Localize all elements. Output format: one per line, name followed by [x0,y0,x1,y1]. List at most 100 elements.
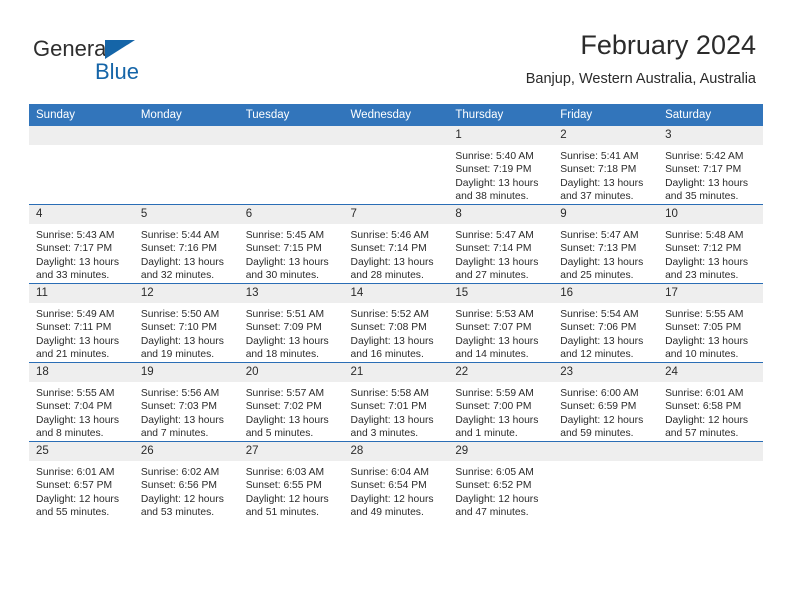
daylight-text-line1: Daylight: 12 hours [560,414,644,426]
daylight-text-line2: and 12 minutes. [560,349,634,361]
day-number: 9 [553,205,659,224]
daylight-text-line1: Daylight: 13 hours [245,256,329,268]
sunset-text: Sunset: 7:15 PM [245,243,322,255]
daylight-text-line1: Daylight: 13 hours [455,177,539,189]
sunrise-text: Sunrise: 5:45 AM [245,230,325,241]
daylight-text-line1: Daylight: 13 hours [455,414,539,426]
daylight-text-line2: and 19 minutes. [140,349,215,361]
day-number [553,442,659,461]
daylight-text-line1: Daylight: 13 hours [350,256,434,268]
day-details: Sunrise: 5:47 AM Sunset: 7:13 PM Daylight:… [553,224,658,283]
weekday-header-friday: Friday [553,104,659,126]
sunset-text: Sunset: 7:14 PM [350,243,427,255]
calendar-day-cell[interactable]: 5 Sunrise: 5:44 AM Sunset: 7:16 PM Daylight… [133,204,239,284]
day-number [133,126,239,145]
sunset-text: Sunset: 7:13 PM [560,243,637,255]
calendar-day-cell[interactable]: 12 Sunrise: 5:50 AM Sunset: 7:10 PM Dayligh… [133,283,239,363]
calendar-day-cell[interactable]: 4 Sunrise: 5:43 AM Sunset: 7:17 PM Daylight… [29,204,134,284]
day-number: 17 [658,284,763,303]
calendar-day-cell[interactable]: 9 Sunrise: 5:47 AM Sunset: 7:13 PM Daylight… [553,204,659,284]
calendar-day-cell[interactable]: 7 Sunrise: 5:46 AM Sunset: 7:14 PM Daylight… [343,204,449,284]
sunrise-text: Sunrise: 5:53 AM [455,309,534,320]
daylight-text-line1: Daylight: 13 hours [140,335,224,347]
calendar-day-cell[interactable]: 18 Sunrise: 5:55 AM Sunset: 7:04 PM Dayligh… [29,362,134,442]
day-details: Sunrise: 5:43 AM Sunset: 7:17 PM Daylight:… [29,224,134,283]
calendar-day-cell[interactable]: 21 Sunrise: 5:58 AM Sunset: 7:01 PM Dayligh… [343,362,449,442]
daylight-text-line1: Daylight: 13 hours [245,335,329,347]
day-details: Sunrise: 6:00 AM Sunset: 6:59 PM Daylight:… [553,382,658,441]
calendar-day-cell[interactable]: 20 Sunrise: 5:57 AM Sunset: 7:02 PM Dayligh… [238,362,344,442]
day-details: Sunrise: 5:51 AM Sunset: 7:09 PM Daylight:… [239,303,344,362]
day-number: 2 [553,126,659,145]
calendar-day-cell[interactable]: 19 Sunrise: 5:56 AM Sunset: 7:03 PM Dayligh… [133,362,239,442]
calendar-day-cell[interactable]: 8 Sunrise: 5:47 AM Sunset: 7:14 PM Daylight… [448,204,554,284]
day-number: 5 [133,205,239,224]
calendar-day-cell[interactable]: 1 Sunrise: 5:40 AM Sunset: 7:19 PM Daylight… [448,126,554,205]
calendar-day-cell[interactable]: 10 Sunrise: 5:48 AM Sunset: 7:12 PM Dayligh… [658,204,763,284]
calendar-day-cell[interactable]: 25 Sunrise: 6:01 AM Sunset: 6:57 PM Dayligh… [29,441,134,520]
weekday-header-saturday: Saturday [658,104,763,126]
day-details: Sunrise: 5:53 AM Sunset: 7:07 PM Daylight:… [448,303,553,362]
daylight-text-line1: Daylight: 12 hours [350,493,434,505]
daylight-text-line2: and 10 minutes. [665,349,739,361]
daylight-text-line2: and 35 minutes. [665,191,739,203]
sunset-text: Sunset: 7:17 PM [665,164,742,176]
calendar-day-cell[interactable]: 22 Sunrise: 5:59 AM Sunset: 7:00 PM Dayligh… [448,362,554,442]
daylight-text-line2: and 23 minutes. [665,270,739,282]
day-details: Sunrise: 5:44 AM Sunset: 7:16 PM Daylight:… [134,224,239,283]
calendar-day-cell[interactable]: 29 Sunrise: 6:05 AM Sunset: 6:52 PM Dayligh… [448,441,554,520]
day-details: Sunrise: 6:02 AM Sunset: 6:56 PM Daylight:… [134,461,239,520]
day-details: Sunrise: 5:48 AM Sunset: 7:12 PM Daylight:… [658,224,763,283]
calendar-day-cell[interactable]: 13 Sunrise: 5:51 AM Sunset: 7:09 PM Dayligh… [238,283,344,363]
calendar-day-cell[interactable]: 28 Sunrise: 6:04 AM Sunset: 6:54 PM Dayligh… [343,441,449,520]
daylight-text-line2: and 3 minutes. [350,428,419,440]
calendar-week-row: 4 Sunrise: 5:43 AM Sunset: 7:17 PM Daylight… [29,204,763,284]
sunset-text: Sunset: 6:57 PM [36,480,113,492]
calendar-day-cell[interactable]: 17 Sunrise: 5:55 AM Sunset: 7:05 PM Dayligh… [658,283,763,363]
calendar-day-cell[interactable]: 27 Sunrise: 6:03 AM Sunset: 6:55 PM Dayligh… [238,441,344,520]
daylight-text-line2: and 38 minutes. [455,191,529,203]
calendar-day-cell[interactable]: 14 Sunrise: 5:52 AM Sunset: 7:08 PM Dayligh… [343,283,449,363]
sunrise-text: Sunrise: 5:56 AM [140,388,220,399]
daylight-text-line2: and 16 minutes. [350,349,424,361]
sunset-text: Sunset: 7:05 PM [665,322,742,334]
daylight-text-line1: Daylight: 13 hours [455,335,539,347]
calendar-day-cell[interactable]: 16 Sunrise: 5:54 AM Sunset: 7:06 PM Dayligh… [553,283,659,363]
sunset-text: Sunset: 7:07 PM [455,322,532,334]
calendar-day-cell[interactable]: 24 Sunrise: 6:01 AM Sunset: 6:58 PM Dayligh… [658,362,763,442]
calendar-body: 1 Sunrise: 5:40 AM Sunset: 7:19 PM Daylight… [29,126,763,520]
sunrise-text: Sunrise: 5:42 AM [665,151,744,162]
sunrise-text: Sunrise: 5:47 AM [560,230,639,241]
day-number: 25 [29,442,134,461]
calendar-day-cell[interactable]: 23 Sunrise: 6:00 AM Sunset: 6:59 PM Dayligh… [553,362,659,442]
daylight-text-line2: and 33 minutes. [36,270,110,282]
calendar-week-row: 11 Sunrise: 5:49 AM Sunset: 7:11 PM Dayligh… [29,283,763,363]
daylight-text-line2: and 28 minutes. [350,270,424,282]
sunset-text: Sunset: 7:01 PM [350,401,427,413]
calendar-day-cell[interactable]: 15 Sunrise: 5:53 AM Sunset: 7:07 PM Dayligh… [448,283,554,363]
sunset-text: Sunset: 7:02 PM [245,401,322,413]
day-number: 21 [343,363,449,382]
daylight-text-line2: and 8 minutes. [36,428,104,440]
daylight-text-line2: and 53 minutes. [140,507,215,519]
day-details: Sunrise: 6:01 AM Sunset: 6:57 PM Daylight:… [29,461,134,520]
sunrise-text: Sunrise: 5:43 AM [36,230,115,241]
weekday-header-tuesday: Tuesday [238,104,344,126]
calendar-day-cell[interactable]: 11 Sunrise: 5:49 AM Sunset: 7:11 PM Dayligh… [29,283,134,363]
day-number: 18 [29,363,134,382]
day-details: Sunrise: 5:46 AM Sunset: 7:14 PM Daylight:… [344,224,449,283]
daylight-text-line2: and 1 minute. [455,428,518,440]
calendar-day-cell[interactable]: 26 Sunrise: 6:02 AM Sunset: 6:56 PM Dayligh… [133,441,239,520]
calendar-cell-empty [133,126,239,205]
sunset-text: Sunset: 7:19 PM [455,164,532,176]
day-number: 26 [133,442,239,461]
sunrise-text: Sunrise: 5:55 AM [36,388,115,399]
calendar-day-cell[interactable]: 6 Sunrise: 5:45 AM Sunset: 7:15 PM Daylight… [238,204,344,284]
calendar-day-cell[interactable]: 2 Sunrise: 5:41 AM Sunset: 7:18 PM Daylight… [553,126,659,205]
calendar-day-cell[interactable]: 3 Sunrise: 5:42 AM Sunset: 7:17 PM Daylight… [658,126,763,205]
daylight-text-line1: Daylight: 13 hours [560,177,644,189]
day-number: 7 [343,205,449,224]
sunset-text: Sunset: 7:17 PM [36,243,113,255]
day-details: Sunrise: 5:49 AM Sunset: 7:11 PM Daylight:… [29,303,134,362]
sunrise-text: Sunrise: 6:04 AM [350,467,429,478]
